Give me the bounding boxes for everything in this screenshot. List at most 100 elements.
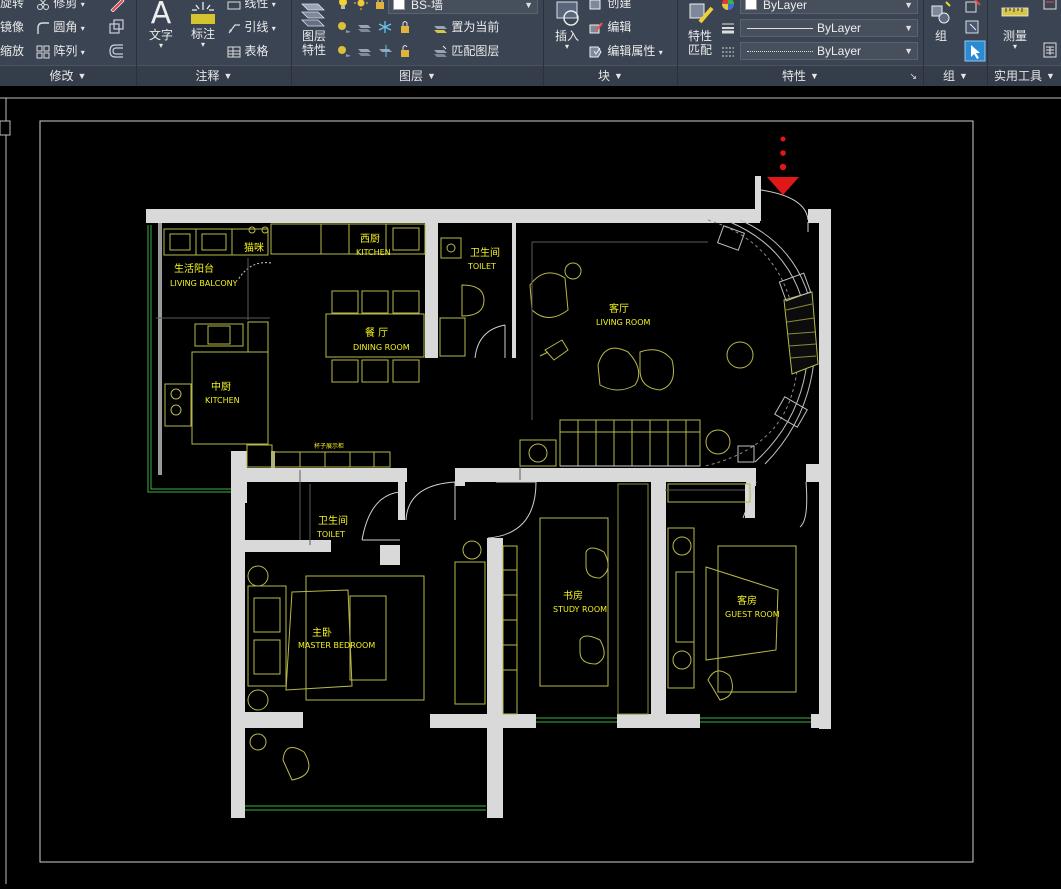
lineweight-dropdown[interactable]: ByLayer ▼ [740, 19, 918, 37]
chevron-down-icon: ▼ [904, 0, 913, 10]
table-label: 表格 [244, 44, 269, 58]
leader-label: 引线 [244, 20, 269, 34]
layer-isolate-icon[interactable] [356, 20, 372, 34]
ribbon-group-utilities-title[interactable]: 实用工具 ▼ [988, 65, 1061, 86]
dialog-launcher-icon[interactable]: ↘ [909, 66, 917, 86]
sun-icon[interactable] [354, 0, 369, 10]
set-current-button[interactable]: 置为当前 [432, 20, 499, 35]
match-properties-label-1: 特性 [687, 29, 712, 43]
copy-icon[interactable] [108, 19, 126, 35]
balcony-label-en: LIVING BALCONY [170, 279, 238, 288]
west-kitchen-label-en: KITCHEN [356, 248, 391, 257]
layer-properties-button[interactable]: 图层 特性 [296, 0, 332, 57]
table-icon [227, 46, 241, 58]
ribbon-group-annotation-title[interactable]: 注释 ▼ [137, 65, 291, 86]
kitchen-label-cn: 中厨 [211, 380, 231, 393]
drawing-canvas[interactable]: 生活阳台 LIVING BALCONY 猫咪 西厨 KITCHEN 卫生间 TO… [0, 86, 1061, 884]
west-kitchen-label-cn: 西厨 [360, 233, 380, 245]
group-icon [931, 1, 951, 24]
furniture [163, 223, 797, 781]
viewport-grip[interactable] [0, 120, 11, 136]
edit-block-button[interactable]: 编辑 [588, 20, 631, 35]
erase-icon[interactable] [108, 0, 126, 12]
cabinet-label: 杯子展示柜 [314, 442, 344, 450]
group-edit-icon[interactable] [964, 18, 982, 36]
ribbon-group-groups: 组 组 ▼ [924, 0, 988, 86]
layer-dropdown-value: BS-墙 [411, 0, 444, 12]
floor-plan-drawing[interactable]: 生活阳台 LIVING BALCONY 猫咪 西厨 KITCHEN 卫生间 TO… [0, 86, 1061, 884]
dining-label-en: DINING ROOM [353, 343, 410, 352]
ribbon-group-groups-title[interactable]: 组 ▼ [924, 65, 987, 86]
toilet2-label-en: TOILET [316, 530, 345, 539]
calculator-icon[interactable] [1042, 42, 1058, 58]
linear-dim-icon [227, 1, 241, 10]
layer-properties-icon [301, 3, 325, 27]
master-label-en: MASTER BEDROOM [298, 641, 375, 650]
set-current-layer-icon [434, 25, 447, 33]
layer-properties-label-2: 特性 [301, 43, 326, 57]
color-dropdown-value: ByLayer [763, 0, 808, 12]
linetype-dropdown[interactable]: ByLayer ▼ [740, 42, 918, 60]
lightbulb-icon[interactable] [336, 0, 350, 10]
ribbon-group-layers-title[interactable]: 图层 ▼ [292, 65, 543, 86]
mirror-button[interactable]: 镜像 [0, 20, 24, 34]
match-layer-button[interactable]: 匹配图层 [432, 44, 499, 59]
ribbon-group-block-title[interactable]: 块 ▼ [544, 65, 677, 86]
scissors-icon [37, 0, 49, 10]
color-swatch [745, 0, 757, 10]
layer-lock-icon[interactable] [397, 20, 413, 34]
measure-button[interactable]: 测量 ▾ [996, 0, 1034, 51]
linetype-icon[interactable] [720, 44, 736, 60]
text-button[interactable]: A 文字 ▾ [145, 0, 177, 50]
fillet-icon [37, 22, 49, 34]
utilities-title-text: 实用工具 [994, 69, 1043, 83]
properties-title-text: 特性 [782, 69, 807, 83]
lineweight-icon[interactable] [720, 20, 736, 36]
layer-walk-icon[interactable] [356, 44, 372, 58]
ungroup-icon[interactable] [964, 0, 982, 16]
color-wheel-icon[interactable] [720, 0, 736, 12]
ribbon-group-properties-title[interactable]: 特性 ▼ ↘ [678, 65, 923, 86]
dimension-button-label: 标注 [190, 27, 215, 41]
quick-select-icon[interactable] [1042, 0, 1058, 12]
layer-unlock-icon[interactable] [397, 44, 413, 58]
leader-icon [228, 24, 240, 34]
chevron-down-icon: ▼ [904, 46, 913, 56]
match-properties-button[interactable]: 特性 匹配 [682, 0, 718, 57]
layer-off-icon[interactable] [336, 20, 352, 34]
dimension-button[interactable]: 标注 ▾ [185, 0, 221, 49]
entry-arrow-marker [767, 136, 799, 195]
ribbon: 旋转 镜像 缩放 修剪 ▾ 圆角 ▾ 阵列 ▾ 修改▼ A 文字 ▾ 标注 ▾ [0, 0, 1061, 86]
fillet-label: 圆角 [53, 20, 78, 34]
study-label-en: STUDY ROOM [553, 605, 607, 614]
fillet-button[interactable]: 圆角 ▾ [36, 20, 85, 36]
living-label-en: LIVING ROOM [596, 318, 651, 327]
scale-button[interactable]: 缩放 [0, 44, 24, 58]
layers-title-text: 图层 [399, 69, 424, 83]
edit-attributes-button[interactable]: 编辑属性 ▾ [588, 44, 663, 60]
linear-button[interactable]: 线性 ▾ [227, 0, 276, 12]
ribbon-group-utilities: 测量 ▾ 实用工具 ▼ [988, 0, 1061, 86]
master-label-cn: 主卧 [312, 626, 332, 639]
color-dropdown[interactable]: ByLayer ▼ [740, 0, 918, 14]
group-select-icon[interactable] [964, 40, 986, 62]
ribbon-group-modify-title[interactable]: 修改 ▼ [0, 65, 136, 86]
trim-button[interactable]: 修剪 ▾ [36, 0, 85, 12]
create-block-button[interactable]: 创建 [588, 0, 631, 11]
dining-label-cn: 餐 厅 [365, 326, 388, 339]
table-button[interactable]: 表格 [227, 44, 268, 59]
layer-on-icon[interactable] [336, 44, 352, 58]
ribbon-group-block: 插入 ▾ 创建 编辑 编辑属性 ▾ 块 ▼ [544, 0, 678, 86]
lock-icon[interactable] [373, 0, 387, 10]
group-button[interactable]: 组 [926, 0, 956, 43]
insert-block-button[interactable]: 插入 ▾ [548, 0, 586, 51]
leader-button[interactable]: 引线 ▾ [227, 20, 276, 36]
layer-dropdown[interactable]: BS-墙 ▼ [388, 0, 538, 14]
layer-freeze-icon[interactable] [377, 20, 393, 34]
rotate-button[interactable]: 旋转 [0, 0, 24, 10]
offset-icon[interactable] [108, 43, 126, 59]
layer-thaw-icon[interactable] [377, 44, 393, 58]
exterior-lines [147, 225, 811, 818]
array-button[interactable]: 阵列 ▾ [36, 44, 85, 60]
insert-block-label: 插入 [554, 29, 579, 43]
